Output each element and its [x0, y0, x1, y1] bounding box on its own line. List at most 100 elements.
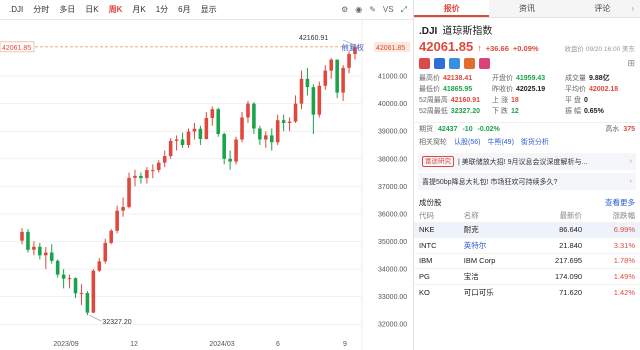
symbol-code: .DJI: [419, 26, 438, 37]
candle-body: [275, 120, 280, 143]
stat-cell: 最高价 42138.41: [419, 73, 492, 84]
stat-cell: 昨收价 42025.19: [492, 84, 565, 95]
grid-icon[interactable]: ⊞: [627, 58, 635, 69]
cell-price: 71.620: [526, 283, 588, 300]
quote-stats: 最高价 42138.41 开盘价 41959.43 成交量 9.88亿 最低价 41865.9…: [414, 71, 640, 119]
stat-value: 42002.18: [589, 86, 619, 93]
tab-weekly-k[interactable]: 周K: [104, 0, 128, 20]
candle-body: [317, 85, 322, 115]
prev-weight-label[interactable]: 前复权: [342, 42, 365, 53]
candle-body: [341, 67, 345, 93]
tab-news[interactable]: 资讯: [489, 0, 564, 17]
trade-icon[interactable]: [464, 58, 475, 69]
stat-value: 9.88亿: [589, 75, 610, 82]
view-more-link[interactable]: 查看更多: [605, 197, 635, 208]
stat-value: 12: [510, 108, 519, 115]
table-row[interactable]: PG 宝洁 174.090 1.49%: [414, 268, 640, 284]
stat-label: 平均价: [565, 86, 586, 93]
stat-label: 昨收价: [492, 86, 513, 93]
tab-multi-day[interactable]: 多日: [54, 0, 80, 20]
market-status: 收盘价 09/20 16:00 美东: [564, 46, 635, 53]
toolbar-icons: ⚙ ◉ ✎ VS ⤢: [341, 5, 413, 15]
chart-svg: 32000.00 33000.00 34000.00 35000.00 36000.00…: [0, 20, 410, 350]
compare-icon[interactable]: VS: [383, 5, 394, 15]
stats-row: 最高价 42138.41 开盘价 41959.43 成交量 9.88亿: [419, 73, 635, 84]
camera-icon[interactable]: ◉: [355, 5, 362, 15]
candle-body: [216, 109, 221, 134]
cell-price: 86.640: [526, 221, 588, 238]
stat-label: 上 涨: [492, 97, 508, 104]
candle-body: [246, 103, 250, 118]
cell-pct: 1.49%: [587, 268, 640, 284]
candle-body: [198, 128, 203, 139]
candle-body: [192, 128, 197, 132]
col-price[interactable]: 最新价: [527, 210, 587, 222]
stat-label: 平 盘: [565, 97, 581, 104]
futures-pct: -0.02%: [477, 125, 500, 133]
cell-pct: 1.78%: [587, 252, 640, 269]
y-tick-label: 33000.00: [378, 294, 407, 301]
tab-comments[interactable]: 评论 ›: [565, 0, 640, 17]
col-pct[interactable]: 涨跌幅: [587, 210, 640, 222]
candle-body: [151, 170, 155, 172]
col-code[interactable]: 代码: [414, 210, 459, 222]
link-cbbc[interactable]: 牛熊(49): [487, 137, 513, 147]
y-tick-label: 32000.00: [378, 322, 407, 329]
fullscreen-icon[interactable]: ⤢: [401, 5, 407, 15]
x-tick-label: 9: [343, 341, 347, 348]
stat-value: 0: [583, 97, 588, 104]
news-item[interactable]: 喜提50bp降息大礼包! 市场狂欢可持续多久? ›: [418, 173, 636, 190]
toolbar-symbol[interactable]: .DJI: [4, 0, 28, 20]
table-row[interactable]: IBM IBM Corp 217.695 1.78%: [414, 252, 640, 269]
watchlist-icon[interactable]: [449, 58, 460, 69]
cell-price: 174.090: [526, 268, 588, 284]
tab-intraday[interactable]: 分时: [28, 0, 54, 20]
candle-body: [281, 120, 286, 123]
candle-body: [287, 121, 292, 123]
candle-body: [32, 246, 36, 250]
stat-label: 振 幅: [565, 108, 581, 115]
display-menu[interactable]: 显示: [196, 0, 222, 20]
news-list: 富途研究 | 美联储放大招! 9月议息会议深度解析与... › 喜提50bp降息…: [414, 153, 640, 190]
chevron-right-icon[interactable]: ›: [631, 0, 634, 18]
stat-cell: 成交量 9.88亿: [565, 73, 635, 84]
tab-1min[interactable]: 1分: [151, 0, 173, 20]
stat-cell: 52周最低 32327.20: [419, 106, 492, 117]
col-name[interactable]: 名称: [459, 210, 527, 222]
link-warrants[interactable]: 认股(56): [454, 137, 480, 147]
cell-code: IBM: [414, 252, 459, 269]
alert-icon[interactable]: [479, 58, 490, 69]
cell-code: KO: [414, 283, 459, 300]
candlestick-chart[interactable]: 32000.00 33000.00 34000.00 35000.00 36000.00…: [0, 20, 413, 350]
tab-comments-label: 评论: [594, 4, 611, 13]
candle-body: [156, 162, 161, 171]
tab-daily-k[interactable]: 日K: [80, 0, 103, 20]
y-tick-label: 35000.00: [378, 239, 407, 246]
settings-icon[interactable]: ⚙: [341, 5, 348, 15]
candle-body: [299, 78, 304, 104]
candle-body: [162, 156, 167, 163]
link-street-analysis[interactable]: 街货分析: [521, 137, 549, 147]
tab-monthly-k[interactable]: 月K: [127, 0, 150, 20]
cell-name: 宝洁: [458, 268, 527, 284]
news-item[interactable]: 富途研究 | 美联储放大招! 9月议息会议深度解析与... ›: [418, 153, 636, 170]
table-row[interactable]: KO 可口可乐 71.620 1.42%: [414, 283, 640, 300]
table-row[interactable]: NKE 耐克 86.640 6.99%: [414, 221, 640, 238]
table-row[interactable]: INTC 英特尔 21.840 3.31%: [414, 237, 640, 253]
arrow-up-icon: ↑: [477, 43, 482, 53]
link-related-warrants[interactable]: 相关窝轮: [419, 137, 447, 147]
y-tick-label: 40000.00: [378, 101, 407, 108]
person-icon[interactable]: [434, 58, 445, 69]
candle-body: [240, 117, 244, 140]
last-price-label-right: 42061.85: [376, 45, 405, 52]
range-6m-select[interactable]: 6月: [173, 0, 195, 20]
cell-price: 217.695: [526, 252, 588, 269]
candle-body: [210, 109, 215, 119]
news-title: 喜提50bp降息大礼包! 市场狂欢可持续多久?: [422, 178, 558, 186]
futures-value: 42437: [438, 125, 458, 133]
y-tick-label: 34000.00: [378, 267, 407, 274]
draw-icon[interactable]: ✎: [369, 5, 376, 15]
candle-body: [168, 140, 173, 157]
stat-label: 最高价: [419, 75, 440, 82]
tab-quote[interactable]: 报价: [414, 0, 490, 17]
